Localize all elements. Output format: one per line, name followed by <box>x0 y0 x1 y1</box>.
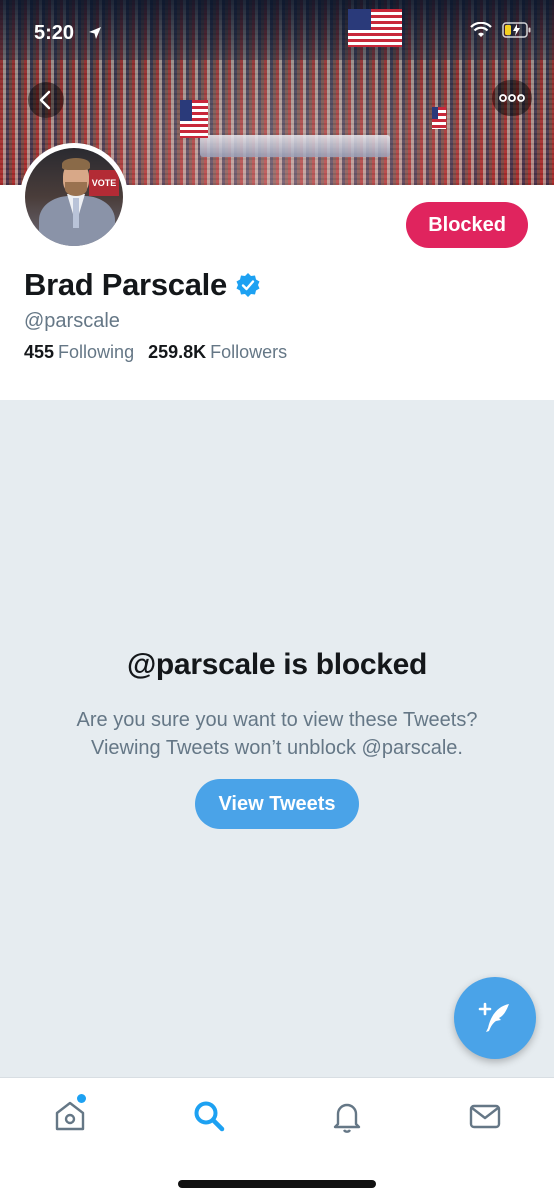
notification-dot <box>77 1094 86 1103</box>
avatar-photo: VOTE <box>25 148 123 246</box>
wifi-icon <box>470 22 492 38</box>
blocked-description: Are you sure you want to view these Twee… <box>30 706 524 762</box>
status-time: 5:20 <box>34 22 75 44</box>
tab-messages[interactable] <box>465 1096 505 1136</box>
flag-image <box>348 9 402 47</box>
mail-icon <box>468 1099 502 1133</box>
handle: @parscale <box>24 310 120 332</box>
display-name: Brad Parscale <box>24 267 227 302</box>
following-count: 455 <box>24 342 55 362</box>
follow-stats: 455 Following 259.8K Followers <box>24 342 287 363</box>
compose-tweet-button[interactable] <box>454 977 536 1059</box>
following-stat[interactable]: 455 Following <box>24 342 134 363</box>
flag-image <box>432 107 446 129</box>
name-row: Brad Parscale <box>24 267 261 303</box>
chevron-left-icon <box>38 90 54 110</box>
status-icons <box>470 22 532 38</box>
followers-label: Followers <box>210 342 288 362</box>
battery-icon <box>502 22 532 38</box>
home-icon <box>53 1099 87 1133</box>
blocked-description-line2: Viewing Tweets won’t unblock @parscale. <box>91 737 463 759</box>
following-label: Following <box>58 342 135 362</box>
bell-icon <box>330 1099 364 1133</box>
search-icon <box>192 1099 226 1133</box>
blocked-description-line1: Are you sure you want to view these Twee… <box>76 709 478 731</box>
blocked-title: @parscale is blocked <box>126 648 428 681</box>
followers-stat[interactable]: 259.8K Followers <box>148 342 287 363</box>
more-options-button[interactable] <box>492 80 532 116</box>
more-dots-icon <box>499 94 525 102</box>
avatar-sign: VOTE <box>89 170 119 196</box>
verified-badge-icon <box>235 272 261 298</box>
back-button[interactable] <box>28 82 64 118</box>
blocked-button[interactable]: Blocked <box>406 202 528 248</box>
blocked-notice: @parscale is blocked Are you sure you wa… <box>0 400 554 1077</box>
compose-feather-icon <box>475 998 515 1038</box>
flag-image <box>180 100 208 138</box>
location-arrow-icon <box>88 26 102 40</box>
tab-notifications[interactable] <box>327 1096 367 1136</box>
view-tweets-button[interactable]: View Tweets <box>195 779 359 829</box>
home-indicator[interactable] <box>178 1180 376 1188</box>
avatar[interactable]: VOTE <box>20 143 128 251</box>
tab-search[interactable] <box>189 1096 229 1136</box>
banner-stage <box>200 135 390 157</box>
followers-count: 259.8K <box>148 342 207 362</box>
tab-home[interactable] <box>50 1094 90 1136</box>
